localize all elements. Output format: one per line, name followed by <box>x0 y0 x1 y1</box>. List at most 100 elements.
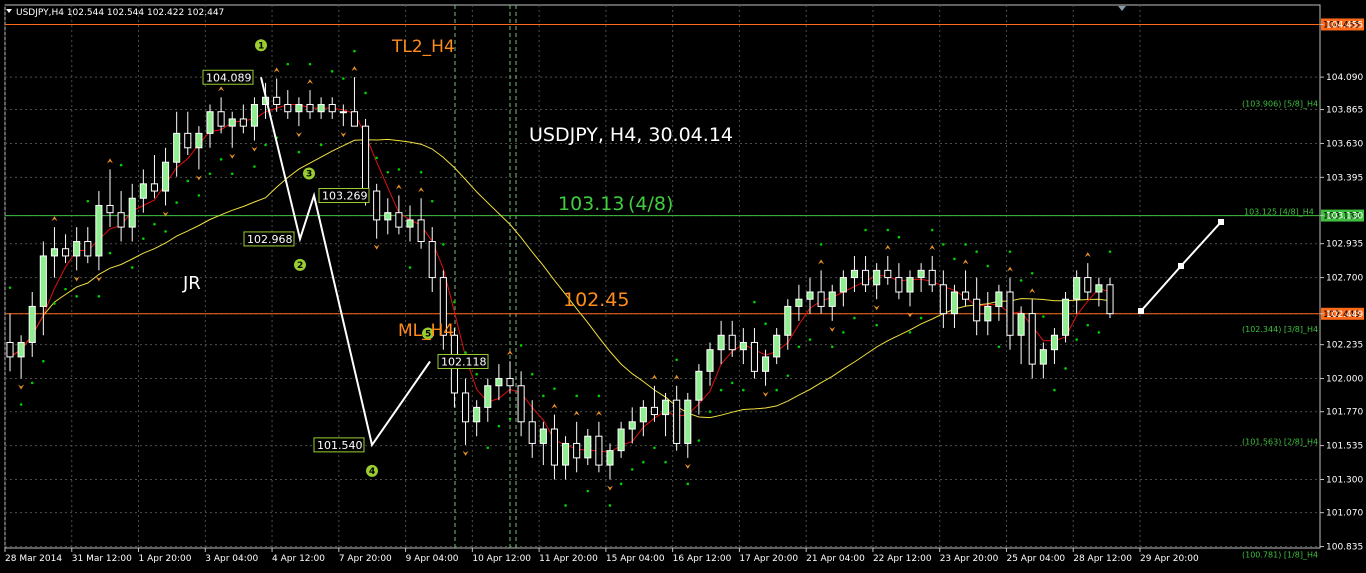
time-axis: 28 Mar 2014 31 Mar 12:00 1 Apr 20:00 3 Apr … <box>4 548 1199 564</box>
sar-dot <box>397 168 401 171</box>
candle-body <box>84 241 92 257</box>
zigzag-price-label: 101.540 <box>317 439 363 452</box>
sar-dot <box>786 374 790 377</box>
sar-dot <box>464 351 467 354</box>
candle-body <box>717 334 725 351</box>
sar-dot <box>497 424 501 428</box>
fractal-down-icon <box>340 132 347 138</box>
candle-body <box>184 132 192 149</box>
x-tick-label: 9 Apr 04:00 <box>406 554 459 564</box>
candle-body <box>1073 277 1081 300</box>
sar-dot <box>186 179 190 183</box>
candle-body <box>362 125 370 192</box>
fractal-up-icon <box>818 259 825 265</box>
sar-dot <box>75 295 78 298</box>
sar-dot <box>1086 323 1090 327</box>
candle-body <box>406 219 414 228</box>
price-chart[interactable]: 104.455 103.130 103.125 [4/8]_H4 102.449 (10… <box>0 0 1366 569</box>
y-tick-label: 100.835 <box>1326 543 1363 553</box>
fractal-down-icon <box>251 146 258 152</box>
sar-dot <box>519 344 523 347</box>
fractal-down-icon <box>762 391 769 397</box>
sar-dot <box>475 372 478 376</box>
fractal-up-icon <box>573 410 580 416</box>
x-tick-label: 28 Mar 2014 <box>5 554 62 564</box>
candle-body <box>6 341 14 358</box>
fractal-down-icon <box>373 244 380 250</box>
sar-dot <box>542 394 545 398</box>
y-tick-label: 102.235 <box>1326 341 1363 351</box>
candle-body <box>684 399 692 444</box>
sar-dot <box>286 62 290 66</box>
candle-body <box>539 428 547 444</box>
candle-body <box>1050 334 1059 351</box>
sar-dot <box>130 266 134 269</box>
zigzag-price-label: 102.118 <box>441 356 487 369</box>
candle-body <box>650 406 659 416</box>
sar-dot <box>808 338 812 341</box>
shift-marker-icon[interactable] <box>1118 6 1126 11</box>
x-tick-label: 22 Apr 12:00 <box>873 554 932 564</box>
murrey-label: (102.344) [3/8]_H4 <box>1242 325 1318 334</box>
sar-dot <box>153 222 156 226</box>
fractal-down-icon <box>684 463 691 469</box>
sar-dot <box>997 345 1001 349</box>
candle-body <box>1039 349 1047 365</box>
x-tick-label: 1 Apr 20:00 <box>139 554 192 564</box>
candle-body <box>1084 277 1092 293</box>
sar-dot <box>1075 338 1078 341</box>
sar-dot <box>986 264 990 268</box>
sar-dot <box>830 345 834 349</box>
candle-body <box>139 183 147 199</box>
candle-body <box>484 385 492 408</box>
candle-body <box>517 385 525 423</box>
candle-body <box>495 378 503 387</box>
sar-dot <box>342 77 345 80</box>
fractal-down-icon <box>873 305 880 311</box>
candle-body <box>939 284 947 315</box>
fractal-up-icon <box>929 244 936 250</box>
sar-dot <box>297 150 301 154</box>
y-tick-label: 102.449 <box>1326 310 1363 320</box>
fractal-down-icon <box>95 276 102 282</box>
candle-body <box>62 248 70 257</box>
sar-dot <box>308 62 312 66</box>
fractal-down-icon <box>607 485 613 491</box>
candle-body <box>1095 284 1103 293</box>
candle-body <box>506 378 514 387</box>
wave-number: 3 <box>306 170 312 180</box>
sar-dot <box>8 286 12 289</box>
sar-dot <box>842 331 845 334</box>
sar-dot <box>86 199 90 203</box>
sar-dot <box>408 266 412 269</box>
sar-dot <box>586 489 590 493</box>
candle-body <box>773 334 781 358</box>
candle-body <box>162 161 170 192</box>
candle-body <box>306 104 314 113</box>
sar-dot <box>619 482 623 486</box>
sar-dot <box>453 300 456 304</box>
candle-body <box>595 435 603 466</box>
zigzag-line <box>260 77 431 448</box>
candle-body <box>973 298 981 322</box>
fractal-down-icon <box>295 132 302 138</box>
y-tick-label: 102.935 <box>1326 240 1363 250</box>
sar-dot <box>630 468 634 471</box>
candle-body <box>239 118 247 127</box>
ma-slow-line <box>9 138 1111 419</box>
sar-dot <box>364 91 367 95</box>
sar-dot <box>819 243 823 246</box>
sar-dot <box>375 156 378 160</box>
zigzag-price-label: 103.269 <box>322 190 368 203</box>
candle-body <box>395 212 403 228</box>
chevron-down-icon[interactable] <box>6 9 12 13</box>
candle-body <box>873 269 881 286</box>
sar-dot <box>908 331 912 334</box>
sar-dot <box>1108 250 1112 253</box>
sar-dot <box>42 359 45 363</box>
fractal-down-icon <box>462 450 469 456</box>
sar-dot <box>942 243 945 246</box>
candle-body <box>428 241 436 279</box>
sar-dot <box>775 388 778 392</box>
fractal-down-icon <box>229 153 236 159</box>
